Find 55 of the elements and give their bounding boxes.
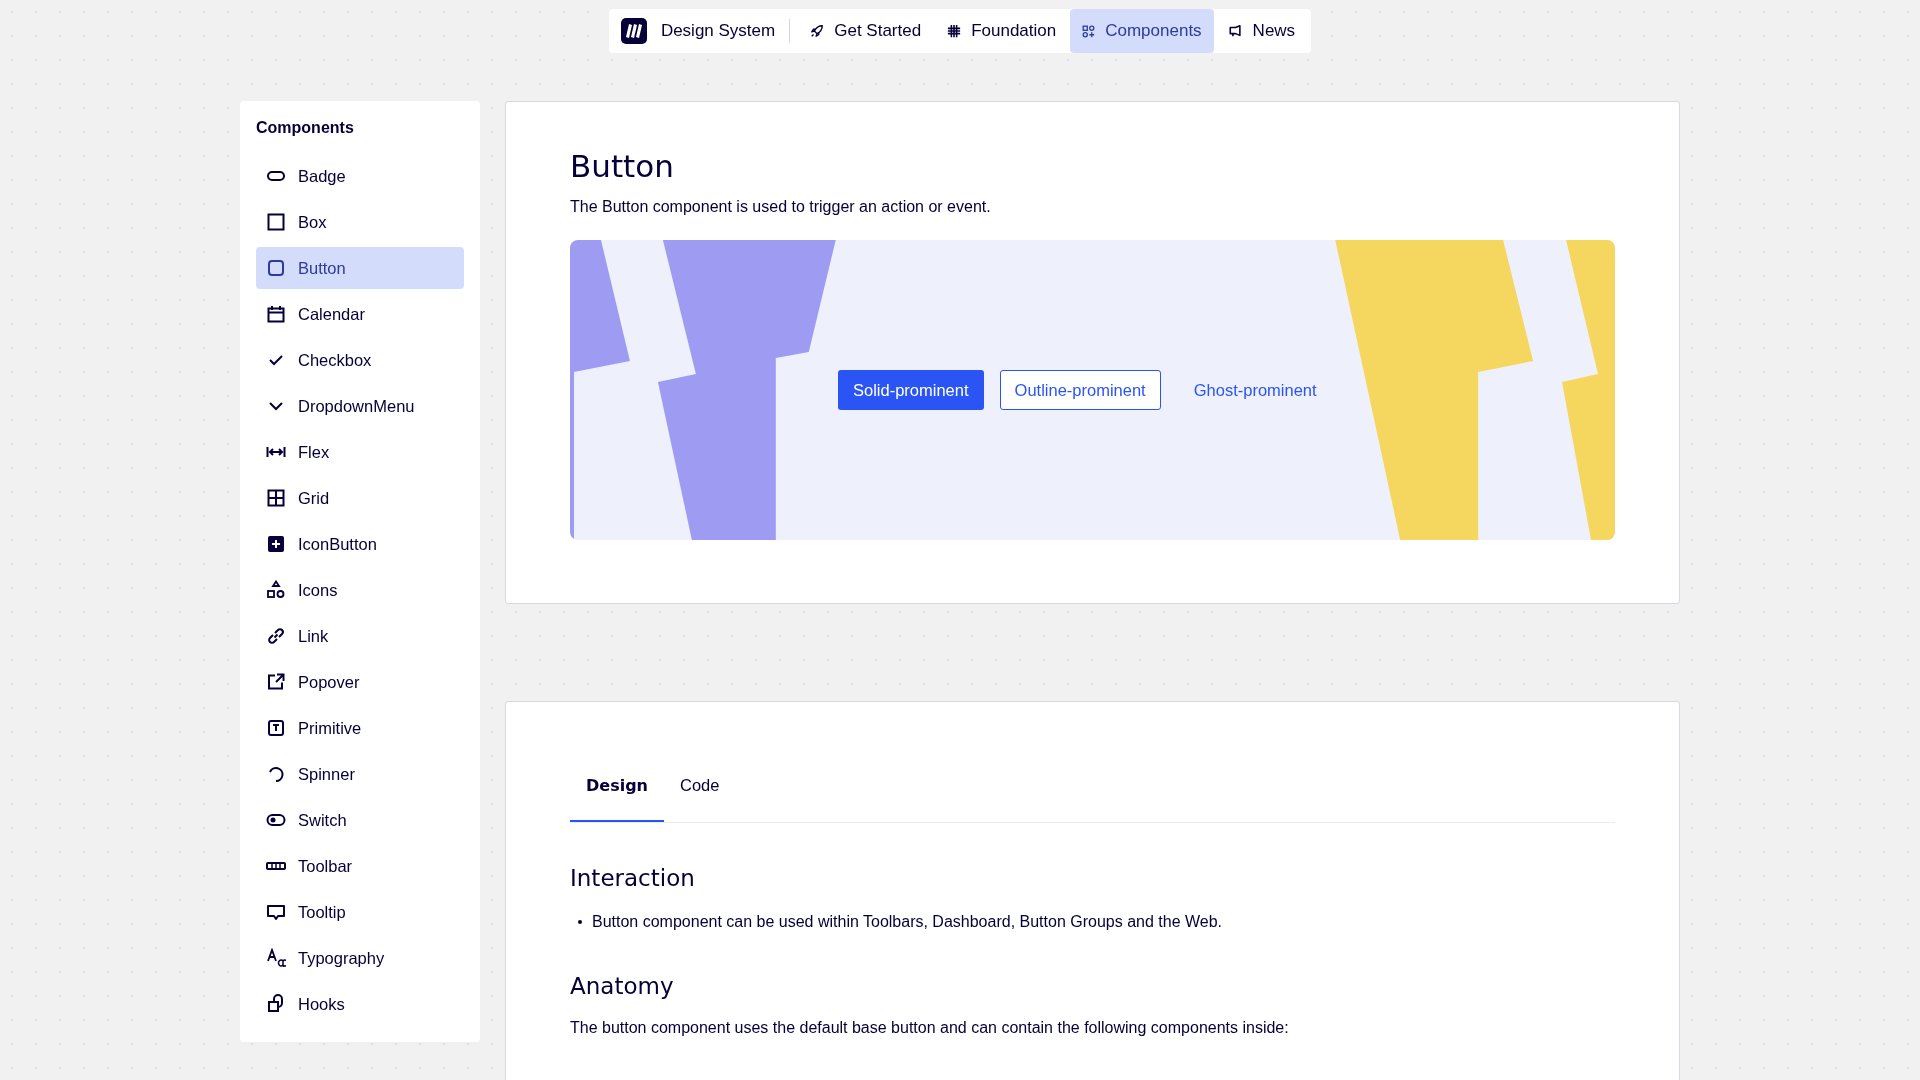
plus-square-icon: [266, 534, 286, 554]
logo-icon[interactable]: [620, 18, 647, 44]
sidebar-item[interactable]: Link: [256, 615, 464, 657]
sidebar-item[interactable]: Primitive: [256, 707, 464, 749]
link-icon: [266, 626, 286, 646]
overlap-squares-icon: [266, 994, 286, 1014]
sidebar-item[interactable]: IconButton: [256, 523, 464, 565]
sidebar-item[interactable]: Calendar: [256, 293, 464, 335]
typography-icon: [266, 948, 286, 968]
megaphone-icon: [1227, 24, 1243, 38]
sidebar-item[interactable]: Flex: [256, 431, 464, 473]
shapes-icon: [266, 580, 286, 600]
sidebar-item[interactable]: Hooks: [256, 983, 464, 1025]
sidebar-item[interactable]: Switch: [256, 799, 464, 841]
nav-link[interactable]: Components: [1070, 9, 1214, 53]
sidebar-title: Components: [256, 119, 355, 138]
sidebar-item[interactable]: Checkbox: [256, 339, 464, 381]
page-description: The Button component is used to trigger an action or event.: [570, 198, 992, 216]
demo-button[interactable]: Outline-prominent: [999, 370, 1161, 410]
sidebar-item[interactable]: Badge: [256, 155, 464, 197]
nav-link[interactable]: Foundation: [935, 9, 1069, 53]
bullet-text: Button component can be used within Toolbars, Dashboard, Button Groups and the Web.: [592, 913, 1223, 931]
tab[interactable]: Code: [664, 762, 736, 822]
section-heading: Anatomy: [570, 973, 675, 999]
sidebar-item[interactable]: Tooltip: [256, 891, 464, 933]
sidebar-item[interactable]: Box: [256, 201, 464, 243]
grid-icon: [266, 488, 286, 508]
tab[interactable]: Design: [570, 762, 664, 822]
sidebar-item[interactable]: Icons: [256, 569, 464, 611]
rounded-square-icon: [266, 258, 286, 278]
section-text: The button component uses the default base button and can contain the following components inside:: [570, 1019, 1290, 1037]
bullet-icon: [578, 920, 582, 924]
square-icon: [266, 212, 286, 232]
external-link-icon: [266, 672, 286, 692]
sidebar-item[interactable]: Popover: [256, 661, 464, 703]
page-title: Button: [570, 148, 675, 184]
brand-name[interactable]: Design System: [660, 21, 776, 41]
demo-button[interactable]: Solid-prominent: [838, 370, 984, 410]
sidebar-item[interactable]: Grid: [256, 477, 464, 519]
sidebar-item[interactable]: Spinner: [256, 753, 464, 795]
text-square-icon: [266, 718, 286, 738]
nav-link[interactable]: News: [1215, 9, 1308, 53]
sidebar-item[interactable]: Toolbar: [256, 845, 464, 887]
rocket-icon: [810, 24, 825, 38]
speech-bubble-icon: [266, 902, 286, 922]
spinner-icon: [266, 764, 286, 784]
shapes-icon: [1082, 24, 1096, 38]
sidebar-item[interactable]: Button: [256, 247, 464, 289]
hash-grid-icon: [947, 24, 962, 38]
sidebar-item[interactable]: DropdownMenu: [256, 385, 464, 427]
sidebar-item[interactable]: Typography: [256, 937, 464, 979]
demo-button[interactable]: Ghost-prominent: [1176, 370, 1334, 410]
calendar-icon: [266, 304, 286, 324]
nav-link[interactable]: Get Started: [798, 9, 934, 53]
section-heading: Interaction: [570, 865, 696, 891]
